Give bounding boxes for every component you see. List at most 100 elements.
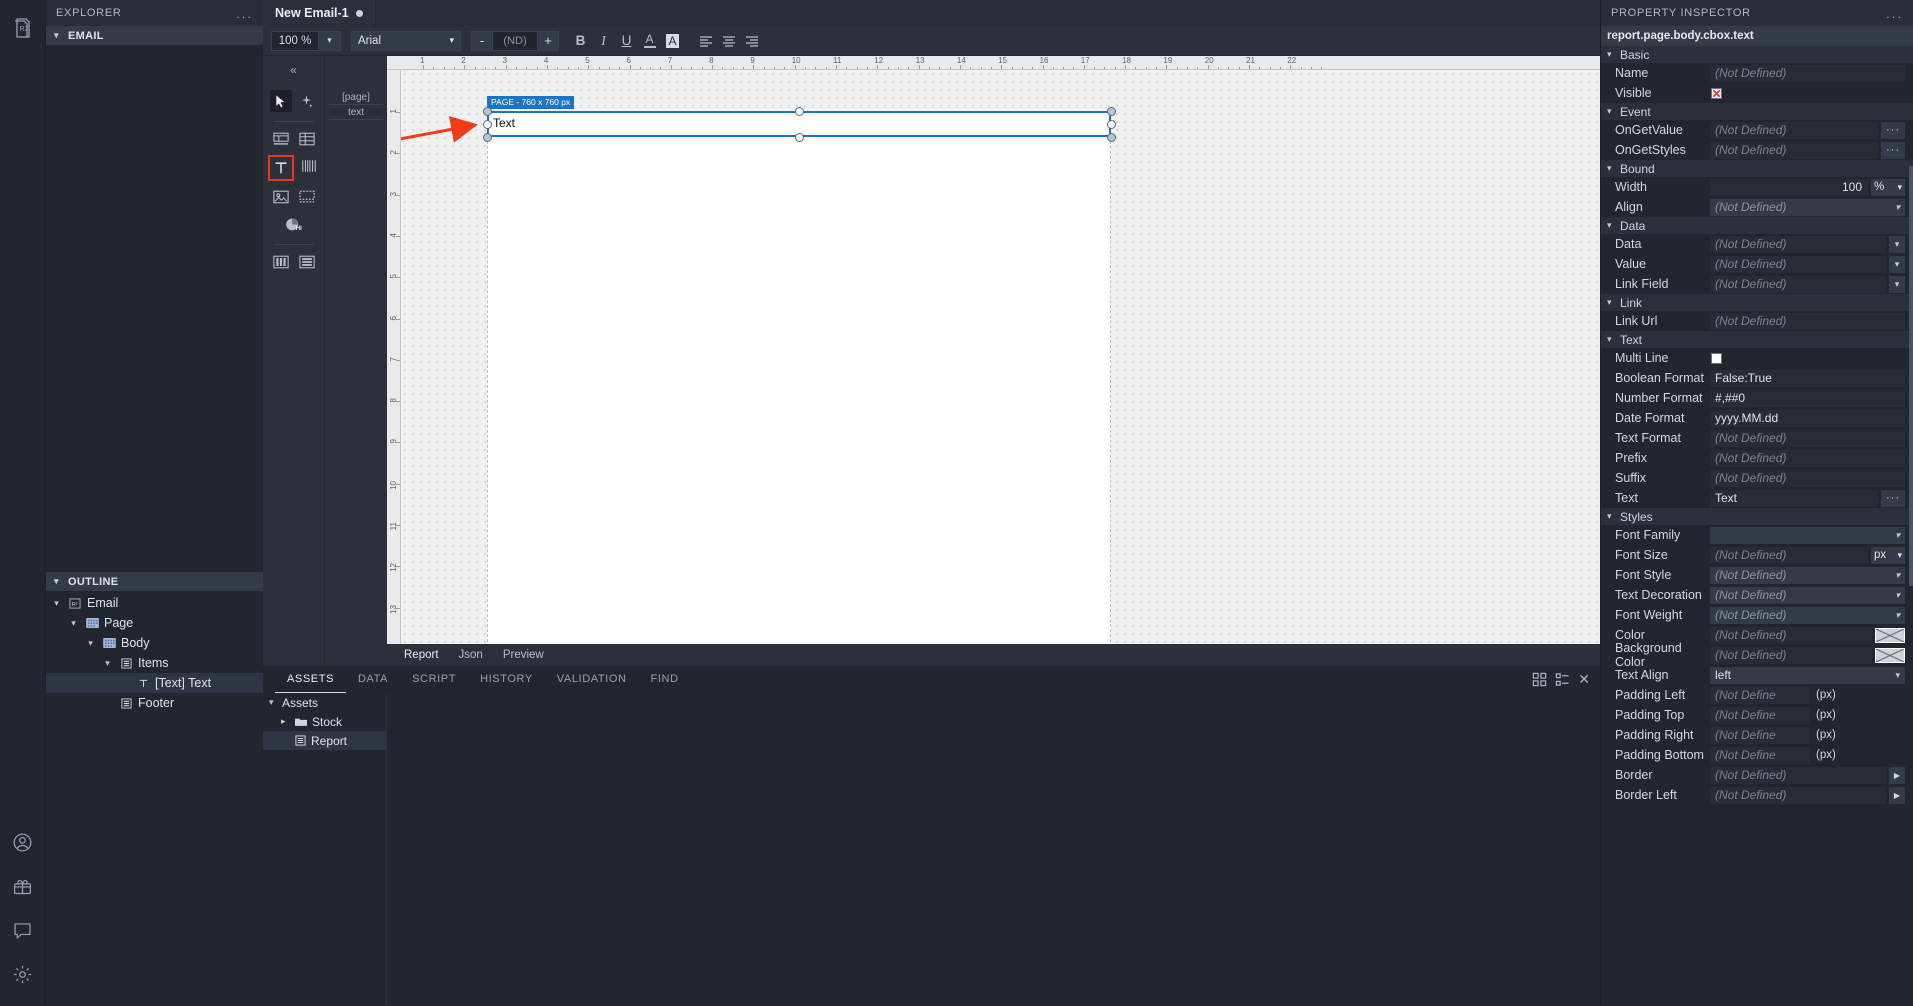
assets-content-area[interactable] xyxy=(387,693,1600,1006)
property-input-padding-left[interactable]: (Not Define xyxy=(1710,686,1810,704)
editor-bottom-tab-report[interactable]: Report xyxy=(395,644,448,666)
property-select-text-align[interactable]: left ▾ xyxy=(1710,666,1905,684)
font-family-select[interactable]: Arial ▾ xyxy=(351,30,461,51)
property-input-number-format[interactable]: #,##0 xyxy=(1710,389,1905,407)
resize-handle-tr[interactable] xyxy=(1107,107,1116,116)
bold-button[interactable]: B xyxy=(569,30,592,52)
bottom-tab-data[interactable]: DATA xyxy=(346,666,400,693)
property-unit-select-font-size[interactable]: px ▾ xyxy=(1871,546,1905,564)
resize-handle-tc[interactable] xyxy=(795,107,804,116)
property-select-align[interactable]: (Not Defined) ▾ xyxy=(1710,198,1905,216)
property-input-ongetstyles[interactable]: (Not Defined) xyxy=(1710,141,1878,159)
assets-root-row[interactable]: ▾ Assets xyxy=(263,693,386,712)
property-unit-select-width[interactable]: % ▾ xyxy=(1871,178,1905,196)
bottom-tab-assets[interactable]: ASSETS xyxy=(275,666,347,693)
chevron-down-icon[interactable]: ▾ xyxy=(67,618,80,629)
property-dropdown-chevron-down-icon[interactable]: ▾ xyxy=(1889,255,1905,273)
magic-tool[interactable] xyxy=(296,90,318,112)
inspector-more-icon[interactable]: ... xyxy=(1886,6,1903,21)
explorer-section-email[interactable]: ▾ EMAIL xyxy=(46,26,263,45)
table-tool[interactable] xyxy=(296,128,318,150)
property-expand-arrow-icon-border[interactable]: ▶ xyxy=(1889,766,1905,784)
property-select-font-family[interactable]: ▾ xyxy=(1710,526,1905,544)
assets-item-stock[interactable]: ▸ Stock xyxy=(263,712,386,731)
bottom-tab-validation[interactable]: VALIDATION xyxy=(545,666,639,693)
property-input-font-size[interactable]: (Not Defined) xyxy=(1710,546,1868,564)
placeholder-tool[interactable] xyxy=(296,186,318,208)
page-strip-item-text[interactable]: text xyxy=(329,105,383,120)
select-tool[interactable] xyxy=(269,90,292,112)
grid-view-icon[interactable] xyxy=(1532,672,1547,687)
property-input-prefix[interactable]: (Not Defined) xyxy=(1710,449,1905,467)
bottom-tab-history[interactable]: HISTORY xyxy=(468,666,545,693)
account-icon[interactable] xyxy=(0,820,46,864)
font-size-value[interactable]: (ND) xyxy=(493,30,537,51)
resize-handle-mr[interactable] xyxy=(1107,120,1116,129)
bottom-tab-script[interactable]: SCRIPT xyxy=(400,666,468,693)
logo-icon[interactable]: R2 xyxy=(0,6,46,50)
align-right-icon[interactable] xyxy=(740,30,763,52)
property-select-font-weight[interactable]: (Not Defined) ▾ xyxy=(1710,606,1905,624)
feedback-icon[interactable] xyxy=(0,908,46,952)
property-input-link-url[interactable]: (Not Defined) xyxy=(1710,312,1905,330)
property-select-font-style[interactable]: (Not Defined) ▾ xyxy=(1710,566,1905,584)
text-tool[interactable] xyxy=(267,155,294,181)
assets-item-report[interactable]: Report xyxy=(263,731,386,750)
property-input-value[interactable]: (Not Defined) xyxy=(1710,255,1886,273)
layout-tool[interactable] xyxy=(270,128,292,150)
resize-handle-br[interactable] xyxy=(1107,133,1116,142)
inspector-group-bound[interactable]: ▾ Bound xyxy=(1601,160,1913,177)
font-size-decrease-button[interactable]: - xyxy=(471,30,493,51)
list-tool[interactable] xyxy=(296,251,318,273)
property-input-link-field[interactable]: (Not Defined) xyxy=(1710,275,1886,293)
design-canvas[interactable]: PAGE - 760 x 760 px Text xyxy=(401,70,1600,644)
resize-handle-ml[interactable] xyxy=(483,120,492,129)
page-sheet[interactable] xyxy=(487,111,1111,644)
property-input-border-left[interactable]: (Not Defined) xyxy=(1710,786,1886,804)
chevron-down-icon[interactable]: ▾ xyxy=(101,658,114,669)
property-input-boolean-format[interactable]: False:True xyxy=(1710,369,1905,387)
property-input-date-format[interactable]: yyyy.MM.dd xyxy=(1710,409,1905,427)
property-input-name[interactable]: (Not Defined) xyxy=(1710,64,1905,82)
page-strip-item-page[interactable]: [page] xyxy=(329,90,383,105)
image-tool[interactable] xyxy=(270,186,292,208)
property-select-text-decoration[interactable]: (Not Defined) ▾ xyxy=(1710,586,1905,604)
property-input-padding-top[interactable]: (Not Define xyxy=(1710,706,1810,724)
settings-gear-icon[interactable] xyxy=(0,952,46,996)
outline-item-items[interactable]: ▾ Items xyxy=(46,653,263,673)
property-input-data[interactable]: (Not Defined) xyxy=(1710,235,1886,253)
underline-button[interactable]: U xyxy=(615,30,638,52)
align-center-icon[interactable] xyxy=(717,30,740,52)
explorer-more-icon[interactable]: ... xyxy=(236,6,253,21)
resize-handle-bc[interactable] xyxy=(795,133,804,142)
inspector-group-data[interactable]: ▾ Data xyxy=(1601,217,1913,234)
align-left-icon[interactable] xyxy=(694,30,717,52)
font-size-increase-button[interactable]: + xyxy=(537,30,559,51)
property-expand-arrow-icon-border-left[interactable]: ▶ xyxy=(1889,786,1905,804)
chevron-down-icon[interactable]: ▾ xyxy=(84,638,97,649)
property-color-swatch-background-color[interactable] xyxy=(1875,647,1905,663)
columns-tool[interactable] xyxy=(270,251,292,273)
property-number-width[interactable]: 100 xyxy=(1710,178,1868,196)
chart-tool[interactable]: HI xyxy=(279,213,309,235)
editor-bottom-tab-preview[interactable]: Preview xyxy=(494,644,553,666)
editor-bottom-tab-json[interactable]: Json xyxy=(450,644,492,666)
property-input-text[interactable]: Text xyxy=(1710,489,1878,507)
bottom-tab-find[interactable]: FIND xyxy=(639,666,691,693)
resize-handle-bl[interactable] xyxy=(483,133,492,142)
property-ellipsis-button-ongetvalue[interactable]: ··· xyxy=(1881,121,1905,139)
inspector-group-link[interactable]: ▾ Link xyxy=(1601,294,1913,311)
extensions-icon[interactable] xyxy=(0,864,46,908)
inspector-group-styles[interactable]: ▾ Styles xyxy=(1601,508,1913,525)
outline-item-body[interactable]: ▾ Body xyxy=(46,633,263,653)
list-view-icon[interactable] xyxy=(1555,672,1570,687)
tab-new-email-1[interactable]: New Email-1 xyxy=(263,0,376,26)
chevron-down-icon[interactable]: ▾ xyxy=(50,598,63,609)
font-color-button[interactable]: A xyxy=(638,30,661,52)
property-ellipsis-button-ongetstyles[interactable]: ··· xyxy=(1881,141,1905,159)
property-input-padding-bottom[interactable]: (Not Define xyxy=(1710,746,1810,764)
outline-item-email[interactable]: ▾ R² Email xyxy=(46,593,263,613)
property-input-padding-right[interactable]: (Not Define xyxy=(1710,726,1810,744)
inspector-scrollbar[interactable] xyxy=(1909,46,1913,1006)
property-dropdown-chevron-down-icon[interactable]: ▾ xyxy=(1889,275,1905,293)
